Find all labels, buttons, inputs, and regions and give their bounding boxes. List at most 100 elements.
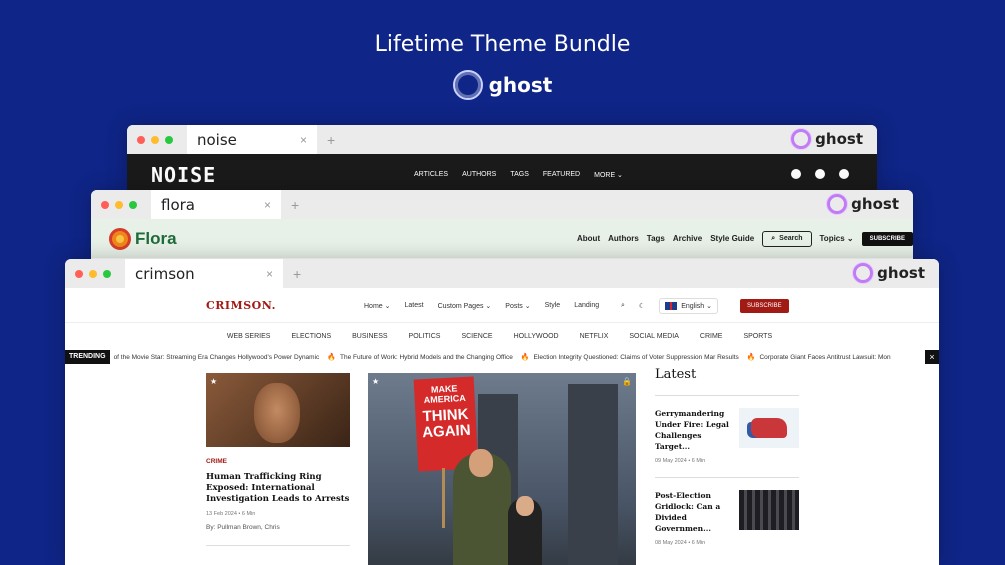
post-image[interactable]: ★ [206,373,350,447]
tab-title: flora [161,195,195,214]
category-politics[interactable]: POLITICS [409,333,441,340]
subscribe-button[interactable]: SUBSCRIBE [861,231,913,246]
close-window-icon[interactable] [101,200,109,209]
post-byline: By: Pullman Brown, Chris [206,524,280,531]
ghost-badge: ghost [853,263,925,283]
browser-tab[interactable]: flora × [151,190,281,219]
featured-post-image[interactable]: MAKE AMERICA THINK AGAIN ★ 🔒 [368,373,636,565]
search-button[interactable]: ⌕ Search [762,230,812,247]
maximize-window-icon[interactable] [129,200,137,209]
nav-item-tags[interactable]: TAGS [510,171,529,178]
language-label: English ⌄ [681,302,712,310]
search-icon[interactable] [815,169,825,179]
category-hollywood[interactable]: HOLLYWOOD [514,333,559,340]
minimize-window-icon[interactable] [151,135,159,144]
nav-item-style[interactable]: Style [545,302,561,309]
ghost-badge: ghost [791,129,863,149]
tab-close-icon[interactable]: × [264,198,271,212]
topics-dropdown[interactable]: Topics ⌄ [820,234,854,243]
ticker-text: Corporate Giant Faces Antitrust Lawsuit:… [759,353,891,361]
maximize-window-icon[interactable] [103,269,111,278]
search-icon[interactable]: ⌕ [621,302,625,310]
noise-window: noise × + ghost NOISE ARTICLES AUTHORS T… [127,125,877,195]
account-icon[interactable] [791,169,801,179]
nav-item-articles[interactable]: ARTICLES [414,171,448,178]
ticker-item[interactable]: Corporate Giant Faces Antitrust Lawsuit:… [759,354,890,361]
nav-item-authors[interactable]: AUTHORS [462,171,496,178]
nav-item-archive[interactable]: Archive [673,234,702,243]
browser-chrome: crimson × + ghost [65,259,939,288]
latest-item-image[interactable] [739,490,799,530]
nav-item-more[interactable]: MORE ⌄ [594,171,623,179]
fire-icon: 🔥 [327,354,336,361]
latest-item[interactable]: Gerrymandering Under Fire: Legal Challen… [655,408,799,464]
category-nav: WEB SERIES ELECTIONS BUSINESS POLITICS S… [65,323,939,350]
post-category[interactable]: CRIME [206,458,350,465]
nav-item-home[interactable]: Home ⌄ [364,302,390,310]
nav-item-style-guide[interactable]: Style Guide [710,234,754,243]
nav-item-landing[interactable]: Landing [574,302,599,309]
nav-item-posts[interactable]: Posts ⌄ [505,302,530,310]
crimson-header: CRIMSON. Home ⌄ Latest Custom Pages ⌄ Po… [65,288,939,323]
site-logo[interactable]: Flora [109,227,177,250]
flower-icon [109,227,131,250]
nav-item-latest[interactable]: Latest [404,302,423,309]
latest-item[interactable]: Post-Election Gridlock: Can a Divided Go… [655,490,799,546]
category-sports[interactable]: SPORTS [743,333,772,340]
category-business[interactable]: BUSINESS [352,333,387,340]
trending-ticker: TRENDING of the Movie Star: Streaming Er… [65,350,939,364]
ghost-logo-icon [827,194,848,214]
crimson-window: crimson × + ghost CRIMSON. Home ⌄ Latest… [65,259,939,565]
featured-star-icon: ★ [372,377,380,386]
ticker-close-button[interactable]: × [925,350,939,364]
site-logo-text: Flora [135,228,177,248]
nav-item-about[interactable]: About [577,234,600,243]
site-logo[interactable]: NOISE [151,163,216,187]
category-science[interactable]: SCIENCE [461,333,492,340]
latest-item-meta: 08 May 2024 • 6 Min [655,540,706,546]
hero-title: Lifetime Theme Bundle [374,32,631,57]
category-social-media[interactable]: SOCIAL MEDIA [629,333,679,340]
close-window-icon[interactable] [75,269,83,278]
ticker-item[interactable]: Election Integrity Questioned: Claims of… [534,353,756,362]
fire-icon: 🔥 [746,354,756,361]
flora-window: flora × + ghost Flora About Authors Tags… [91,190,913,270]
minimize-window-icon[interactable] [115,200,123,209]
ghost-label: ghost [877,264,925,282]
browser-tab[interactable]: noise × [187,125,317,154]
tab-close-icon[interactable]: × [266,267,273,281]
latest-sidebar: Latest Gerrymandering Under Fire: Legal … [655,364,799,546]
subscribe-button[interactable]: SUBSCRIBE [739,298,789,313]
latest-item-title[interactable]: Gerrymandering Under Fire: Legal Challen… [655,408,733,452]
nav-item-custom-pages[interactable]: Custom Pages ⌄ [438,302,492,310]
category-netflix[interactable]: NETFLIX [580,333,609,340]
minimize-window-icon[interactable] [89,269,97,278]
dark-mode-icon[interactable]: ☾ [639,302,645,310]
ticker-text: of the Movie Star: Streaming Era Changes… [113,353,320,361]
category-web-series[interactable]: WEB SERIES [227,333,271,340]
site-logo[interactable]: CRIMSON. [206,299,276,312]
tab-close-icon[interactable]: × [300,133,307,147]
post-card[interactable]: ★ CRIME Human Trafficking Ring Exposed: … [206,373,350,546]
theme-toggle-icon[interactable] [839,169,849,179]
new-tab-button[interactable]: + [291,197,299,213]
nav-item-tags[interactable]: Tags [647,234,665,243]
language-select[interactable]: English ⌄ [659,297,718,314]
category-elections[interactable]: ELECTIONS [291,333,331,340]
browser-tab[interactable]: crimson × [125,259,283,288]
latest-item-title[interactable]: Post-Election Gridlock: Can a Divided Go… [655,490,733,534]
category-crime[interactable]: CRIME [700,333,723,340]
maximize-window-icon[interactable] [165,135,173,144]
post-title[interactable]: Human Trafficking Ring Exposed: Internat… [206,472,350,505]
ticker-item[interactable]: The Future of Work: Hybrid Models and th… [340,353,530,362]
search-icon: ⌕ [771,234,776,242]
divider [206,545,350,546]
new-tab-button[interactable]: + [327,132,335,148]
nav-item-featured[interactable]: FEATURED [543,171,580,178]
nav-item-authors[interactable]: Authors [608,234,639,243]
latest-item-image[interactable] [739,408,799,448]
ticker-item[interactable]: of the Movie Star: Streaming Era Changes… [113,353,336,362]
new-tab-button[interactable]: + [293,266,301,282]
main-nav: About Authors Tags Archive Style Guide ⌕… [577,219,913,258]
close-window-icon[interactable] [137,135,145,144]
